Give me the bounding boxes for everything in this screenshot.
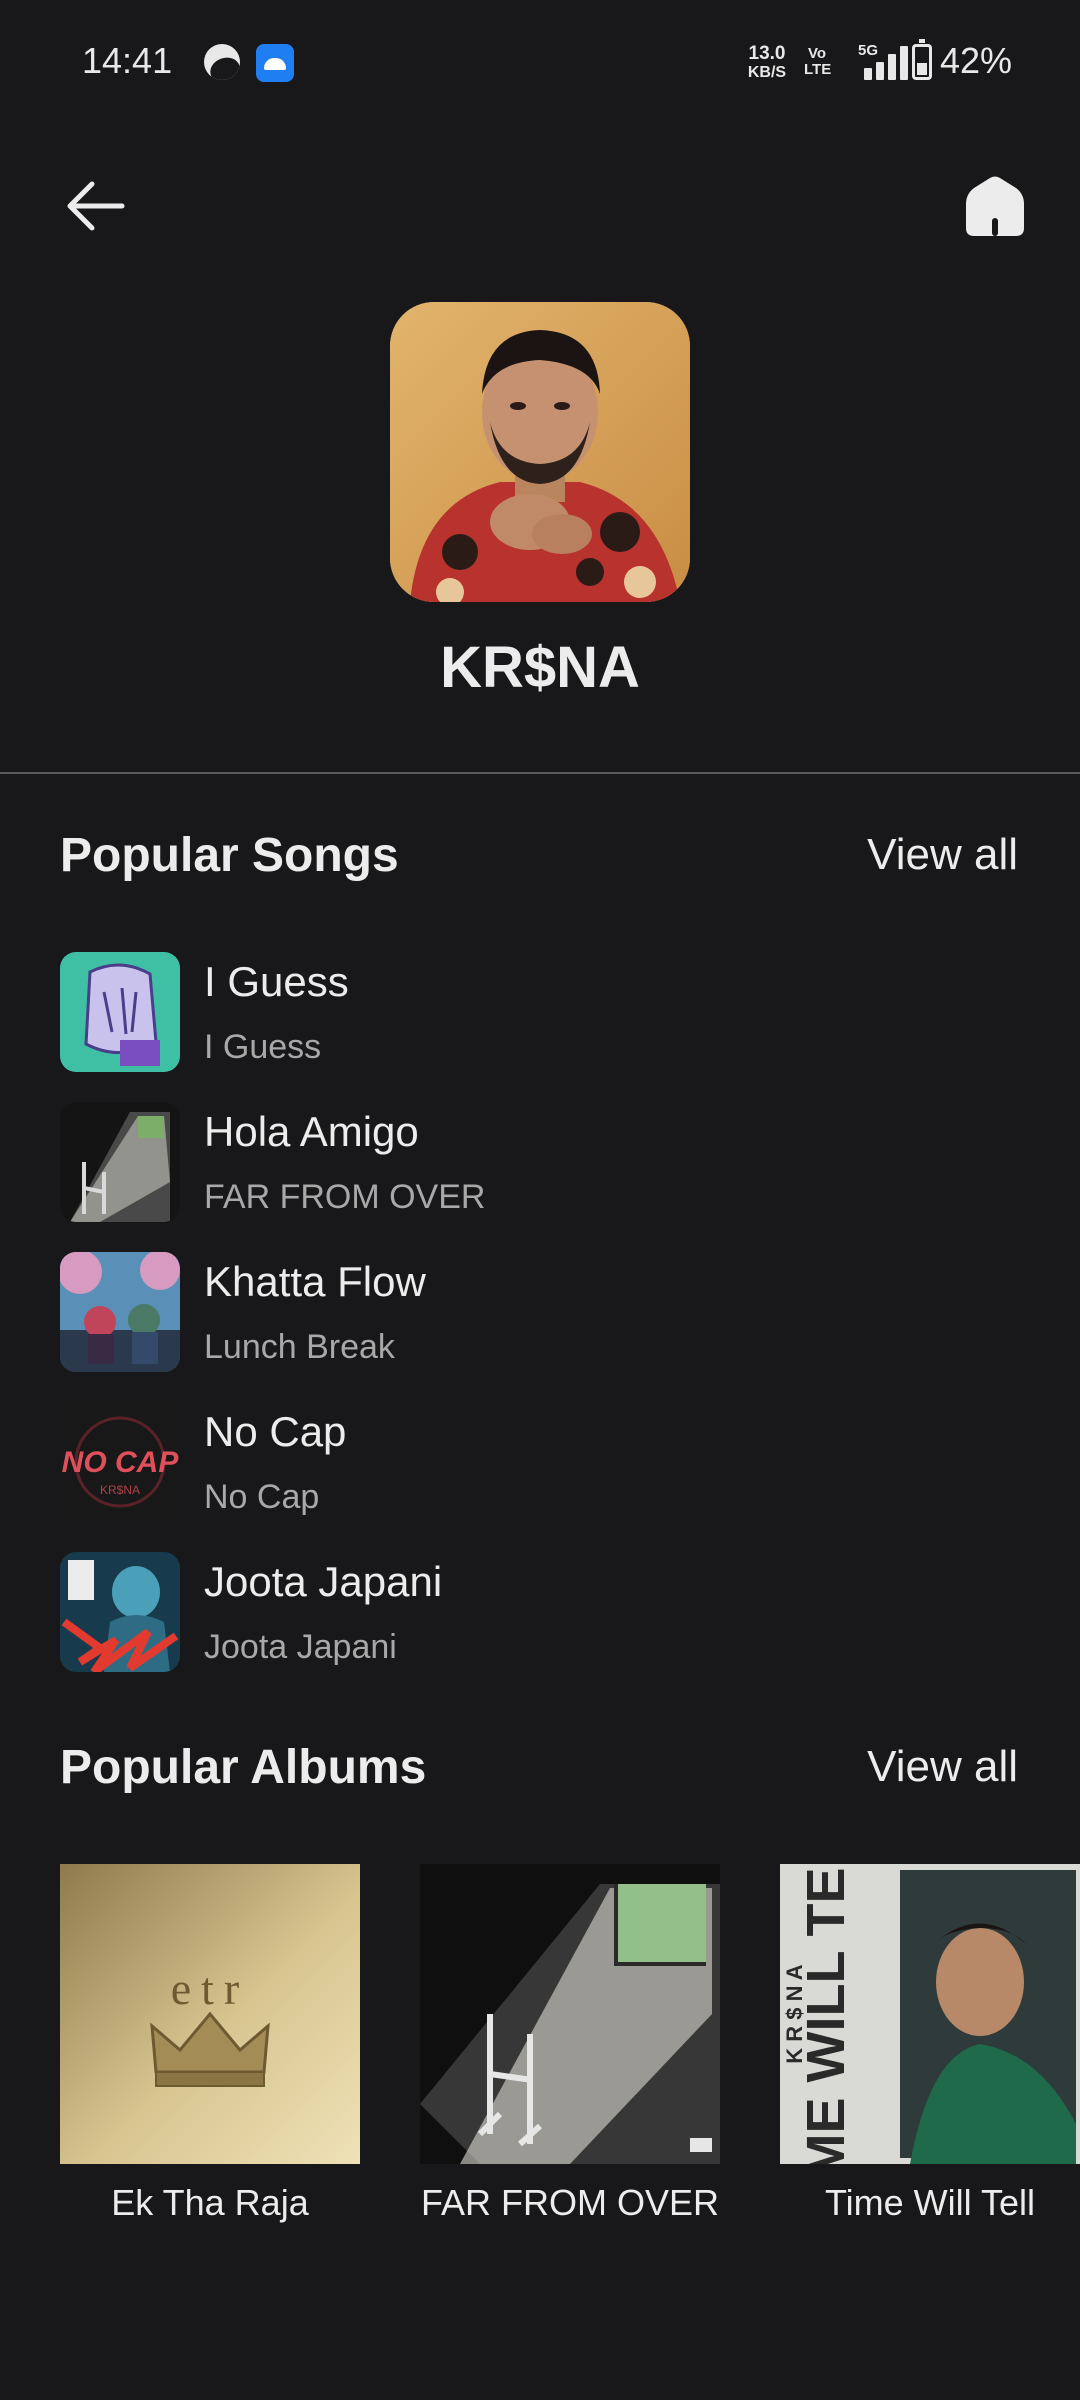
svg-text:NO CAP: NO CAP xyxy=(62,1446,180,1479)
battery-icon xyxy=(912,39,932,80)
volte-bottom: LTE xyxy=(804,61,832,78)
song-title: I Guess xyxy=(204,958,349,1005)
popular-songs-view-all-button[interactable]: View all xyxy=(867,830,1018,880)
album-cover xyxy=(420,1864,720,2164)
song-cover xyxy=(60,1252,180,1372)
song-title: Khatta Flow xyxy=(204,1258,426,1305)
song-album: FAR FROM OVER xyxy=(204,1178,486,1216)
network-speed-unit: KB/S xyxy=(747,64,787,81)
popular-albums-title: Popular Albums xyxy=(60,1741,427,1794)
song-row[interactable]: Khatta Flow Lunch Break xyxy=(60,1252,1020,1372)
back-button[interactable] xyxy=(60,174,136,238)
home-icon xyxy=(966,176,1024,236)
status-bar: 14:41 13.0 KB/S Vo LTE 5G 42% xyxy=(0,0,1080,126)
notification-app-icon xyxy=(204,44,240,80)
song-row[interactable]: I Guess I Guess xyxy=(60,952,1020,1072)
album-cover: etr xyxy=(60,1864,360,2164)
song-row[interactable]: Hola Amigo FAR FROM OVER xyxy=(60,1102,1020,1222)
volte-top: Vo xyxy=(807,45,827,62)
network-speed: 13.0 KB/S xyxy=(742,44,792,82)
artist-name: KR$NA xyxy=(440,635,640,700)
signal-icon xyxy=(846,44,908,80)
status-time: 14:41 xyxy=(82,40,173,81)
song-title: Joota Japani xyxy=(204,1558,443,1605)
song-album: I Guess xyxy=(204,1028,322,1066)
song-album: Joota Japani xyxy=(204,1628,397,1666)
arrow-left-icon xyxy=(67,181,125,231)
song-row[interactable]: Joota Japani Joota Japani xyxy=(60,1552,1020,1672)
battery-percentage: 42% xyxy=(940,40,1013,81)
song-title: No Cap xyxy=(204,1408,347,1455)
song-cover: NO CAP KR$NA xyxy=(60,1402,180,1522)
album-title: Time Will Tell xyxy=(824,2182,1035,2223)
popular-songs-title: Popular Songs xyxy=(60,829,399,882)
album-title: FAR FROM OVER xyxy=(420,2182,720,2223)
home-button[interactable] xyxy=(962,174,1028,238)
artist-photo xyxy=(390,302,690,602)
album-cover: TIME WILL TELL K R $ N A xyxy=(780,1864,1080,2164)
volte-icon: Vo LTE xyxy=(804,45,832,78)
song-album: Lunch Break xyxy=(204,1328,395,1366)
album-card[interactable]: FAR FROM OVER xyxy=(420,1864,720,2224)
album-title: Ek Tha Raja xyxy=(111,2182,309,2223)
song-cover xyxy=(60,952,180,1072)
song-cover xyxy=(60,1102,180,1222)
song-title: Hola Amigo xyxy=(204,1108,419,1155)
album-card[interactable]: etr Ek Tha Raja xyxy=(60,1864,360,2224)
album-cover-text: etr xyxy=(171,1963,250,2014)
popular-albums-view-all-button[interactable]: View all xyxy=(867,1742,1018,1792)
network-speed-value: 13.0 xyxy=(748,43,786,64)
album-card[interactable]: TIME WILL TELL K R $ N A Time Will Tell xyxy=(780,1864,1080,2224)
album-cover-artist: K R $ N A xyxy=(782,1964,807,2064)
song-row[interactable]: NO CAP KR$NA No Cap No Cap xyxy=(60,1402,1020,1522)
svg-text:KR$NA: KR$NA xyxy=(100,1483,140,1497)
song-album: No Cap xyxy=(204,1478,320,1516)
android-notification-icon xyxy=(256,44,294,82)
song-cover xyxy=(60,1552,180,1672)
divider xyxy=(0,772,1080,774)
